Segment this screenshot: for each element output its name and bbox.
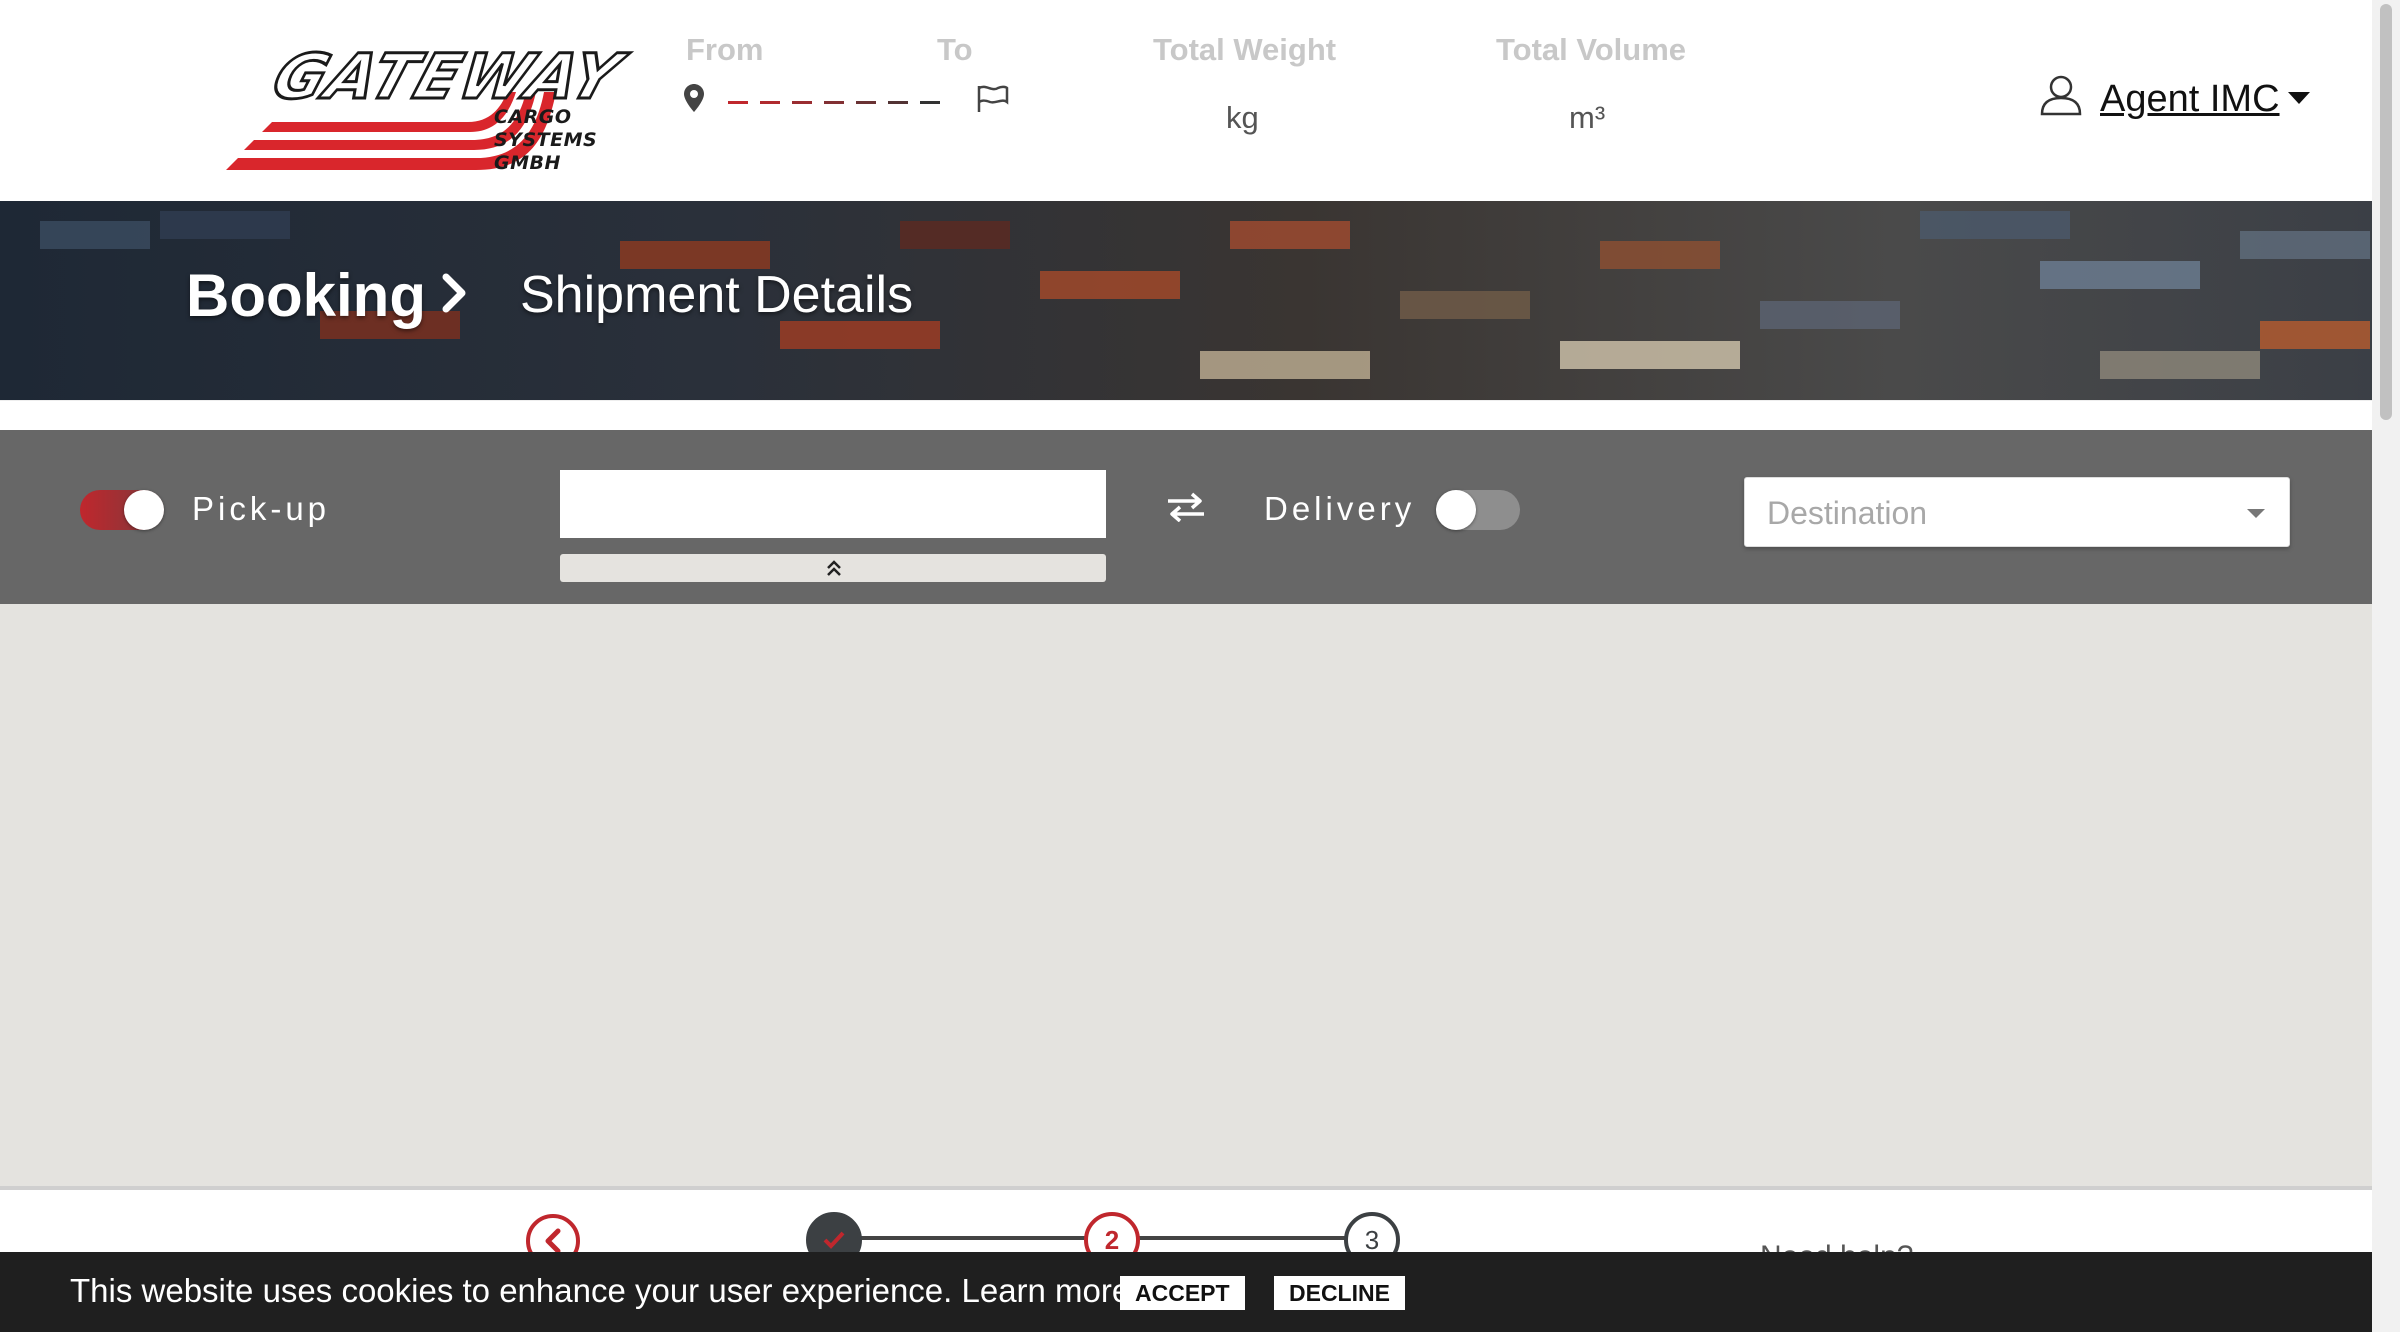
- map-area[interactable]: [0, 604, 2372, 1188]
- banner-separator: [0, 400, 2372, 430]
- route-dash: [888, 101, 908, 104]
- decline-button[interactable]: DECLINE: [1274, 1276, 1405, 1310]
- logo-subtitle-line2: SYSTEMS GMBH: [494, 129, 598, 174]
- map-pin-icon: [684, 84, 704, 112]
- destination-select[interactable]: Destination: [1744, 477, 2290, 547]
- chevron-down-icon[interactable]: [2288, 92, 2310, 104]
- collapse-button[interactable]: [560, 554, 1106, 582]
- hero-banner: Booking Shipment Details: [0, 201, 2372, 400]
- total-volume-label: Total Volume: [1496, 32, 1687, 67]
- delivery-toggle[interactable]: [1436, 490, 1520, 530]
- logo-subtitle: CARGO SYSTEMS GMBH: [494, 106, 666, 175]
- total-volume-unit: m³: [1569, 100, 1606, 135]
- total-weight-label: Total Weight: [1153, 32, 1337, 67]
- breadcrumb-shipment-details: Shipment Details: [520, 266, 914, 324]
- booking-stepper: 2 3 Need help?: [0, 1190, 2372, 1273]
- step-connector: [1136, 1236, 1346, 1240]
- flag-icon: [977, 85, 1009, 112]
- scrollbar-thumb[interactable]: [2380, 4, 2392, 420]
- swap-icon[interactable]: [1166, 492, 1206, 522]
- route-dash: [728, 101, 748, 104]
- destination-placeholder: Destination: [1767, 495, 1928, 531]
- pickup-address-input[interactable]: [560, 470, 1106, 538]
- route-indicator: [684, 84, 1014, 124]
- accept-button[interactable]: ACCEPT: [1120, 1276, 1245, 1310]
- pickup-label: Pick-up: [192, 490, 331, 527]
- toggle-knob: [1436, 490, 1476, 530]
- total-weight-unit: kg: [1226, 100, 1259, 135]
- pickup-toggle[interactable]: [80, 490, 164, 530]
- route-dash: [760, 101, 780, 104]
- from-label: From: [686, 32, 764, 67]
- route-dash: [824, 101, 844, 104]
- cookie-message[interactable]: This website uses cookies to enhance you…: [70, 1272, 1130, 1310]
- user-icon: [2040, 75, 2082, 116]
- delivery-label: Delivery: [1264, 490, 1416, 527]
- check-icon: [823, 1231, 845, 1249]
- breadcrumb-booking[interactable]: Booking: [186, 261, 426, 330]
- cookie-banner: This website uses cookies to enhance you…: [0, 1252, 2372, 1332]
- user-name[interactable]: Agent IMC: [2100, 78, 2280, 121]
- to-label: To: [937, 32, 973, 67]
- toggle-knob: [124, 490, 164, 530]
- logo-wordmark: GATEWAY: [263, 39, 633, 115]
- chevron-right-icon: [442, 273, 466, 313]
- chevron-down-icon: [2247, 509, 2265, 518]
- step-connector: [860, 1236, 1110, 1240]
- top-header: GATEWAY CARGO SYSTEMS GMBH From To Total…: [0, 0, 2372, 201]
- chevron-left-icon: [545, 1228, 561, 1254]
- gateway-logo[interactable]: GATEWAY CARGO SYSTEMS GMBH: [226, 39, 666, 174]
- vertical-scrollbar[interactable]: [2372, 0, 2400, 1332]
- route-dash: [920, 101, 940, 104]
- logo-subtitle-line1: CARGO: [494, 106, 572, 128]
- route-dash: [856, 101, 876, 104]
- double-chevron-up-icon: [827, 560, 841, 576]
- pickup-delivery-bar: Pick-up Delivery Destination: [0, 430, 2372, 604]
- route-dash: [792, 101, 812, 104]
